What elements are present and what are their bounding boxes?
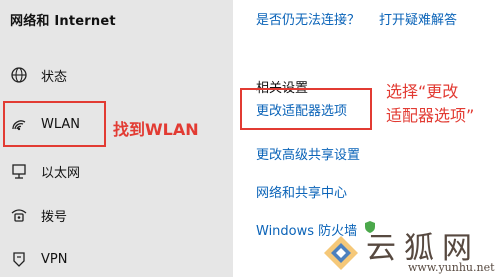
watermark: 云狐网 www.yunhu.net (322, 232, 500, 277)
sidebar-item-label: 以太网 (41, 165, 81, 181)
sidebar-title: 网络和 Internet (10, 14, 116, 29)
select-adapter-annotation: 选择“更改 适配器选项” (386, 80, 496, 128)
sidebar-item-vpn[interactable]: VPN (0, 241, 233, 277)
advanced-sharing-link[interactable]: 更改高级共享设置 (256, 144, 360, 163)
find-wlan-annotation: 找到WLAN (113, 120, 199, 139)
sidebar-item-ethernet[interactable]: 以太网 (0, 153, 233, 189)
sidebar-item-label: 状态 (41, 69, 68, 85)
globe-icon (9, 65, 29, 85)
annotation-line-1: 选择“更改 (386, 82, 459, 101)
sidebar-item-label: 拨号 (41, 209, 68, 225)
wlan-highlight-box (3, 101, 106, 147)
adapter-options-highlight-box (240, 88, 372, 130)
vpn-icon (9, 249, 29, 269)
sidebar-item-dial-up[interactable]: 拨号 (0, 197, 233, 233)
watermark-logo-icon (322, 234, 360, 272)
dial-up-icon (9, 205, 29, 225)
troubleshooter-link[interactable]: 打开疑难解答 (379, 9, 457, 28)
network-sharing-center-link[interactable]: 网络和共享中心 (256, 182, 347, 201)
help-question-link[interactable]: 是否仍无法连接？ (256, 9, 360, 28)
ethernet-icon (9, 161, 29, 181)
annotation-line-2: 适配器选项” (386, 106, 475, 125)
watermark-url-text: www.yunhu.net (408, 261, 495, 274)
sidebar-item-label: VPN (41, 251, 68, 267)
sidebar-item-status[interactable]: 状态 (0, 57, 233, 93)
